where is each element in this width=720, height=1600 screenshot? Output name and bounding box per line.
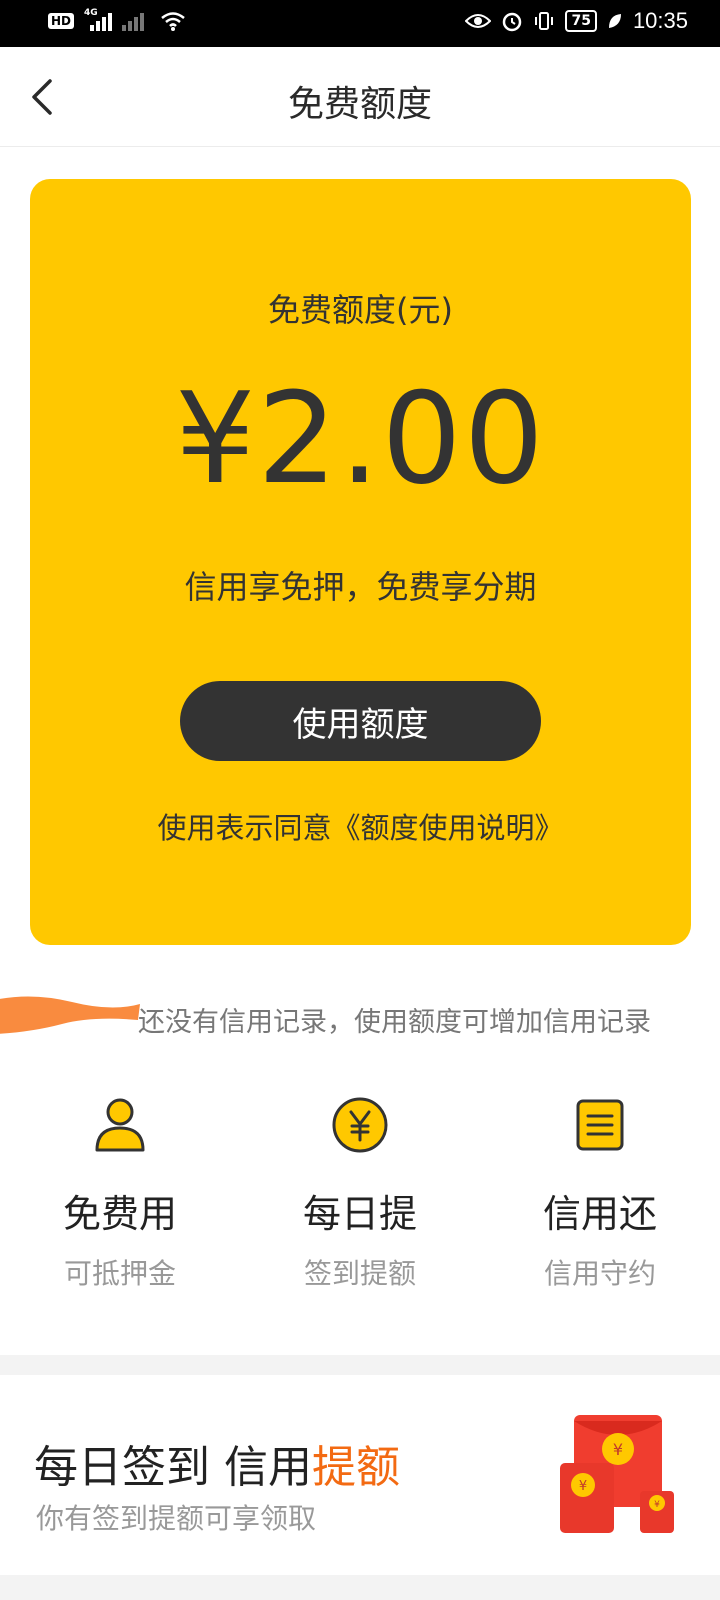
use-quota-button[interactable]: 使用额度	[180, 681, 541, 761]
feature-subtitle: 可抵押金	[63, 1257, 176, 1290]
credit-note-text: 还没有信用记录，使用额度可增加信用记录	[138, 1007, 651, 1038]
sign-banner-title: 每日签到 信用提额	[34, 1431, 400, 1495]
agreement-link[interactable]: 使用表示同意《额度使用说明》	[30, 805, 691, 847]
credit-note: 还没有信用记录，使用额度可增加信用记录	[0, 996, 720, 1040]
svg-text:¥: ¥	[613, 1440, 623, 1459]
feature-daily-raise: 每日提 签到提额	[240, 1095, 480, 1295]
battery-indicator: 75	[565, 10, 597, 32]
sign-banner-subtitle: 你有签到提额可享领取	[36, 1502, 317, 1535]
daily-sign-banner[interactable]: 每日签到 信用提额 你有签到提额可享领取 ¥ ¥ ¥	[0, 1375, 720, 1575]
redaction-mark	[0, 996, 140, 1034]
svg-text:¥: ¥	[654, 1500, 660, 1510]
feature-row: 免费用 可抵押金 每日提 签到提额 信用还 信用守约	[0, 1095, 720, 1295]
header-bar: 免费额度	[0, 47, 720, 147]
eye-icon	[465, 14, 492, 28]
status-right: 75 10:35	[465, 8, 688, 34]
feature-title: 信用还	[542, 1192, 657, 1236]
red-envelope-icon: ¥ ¥ ¥	[560, 1415, 674, 1533]
leaf-icon	[608, 14, 621, 28]
feature-subtitle: 签到提额	[303, 1257, 416, 1290]
quota-card: 免费额度(元) ¥2.00 信用享免押，免费享分期 使用额度 使用表示同意《额度…	[30, 179, 691, 945]
hd-badge: HD	[48, 13, 75, 29]
sign-title-highlight: 提额	[312, 1442, 400, 1493]
sign-title-main: 每日签到 信用	[34, 1442, 312, 1493]
feature-title: 每日提	[302, 1192, 417, 1236]
section-divider	[0, 1355, 720, 1375]
feature-credit-repay: 信用还 信用守约	[480, 1095, 720, 1295]
alarm-icon	[503, 12, 522, 32]
user-icon	[90, 1095, 150, 1155]
wifi-icon	[161, 12, 185, 31]
feature-subtitle: 信用守约	[543, 1257, 656, 1290]
status-left: HD 4G	[48, 8, 186, 32]
signal-2-icon	[122, 11, 150, 31]
clock: 10:35	[632, 8, 688, 33]
bottom-divider	[0, 1575, 720, 1600]
feature-free-use: 免费用 可抵押金	[0, 1095, 240, 1295]
page-title: 免费额度	[287, 84, 432, 125]
svg-text:¥: ¥	[579, 1479, 587, 1494]
feature-title: 免费用	[62, 1192, 177, 1236]
vibrate-icon	[535, 12, 554, 30]
document-icon	[570, 1095, 630, 1155]
quota-amount: ¥2.00	[175, 365, 546, 512]
yuan-coin-icon	[330, 1095, 390, 1155]
quota-slogan: 信用享免押，免费享分期	[184, 568, 537, 606]
status-bar: HD 4G 75 10:35	[0, 0, 720, 47]
signal-icon: 4G	[84, 8, 113, 31]
quota-label: 免费额度(元)	[268, 291, 453, 329]
